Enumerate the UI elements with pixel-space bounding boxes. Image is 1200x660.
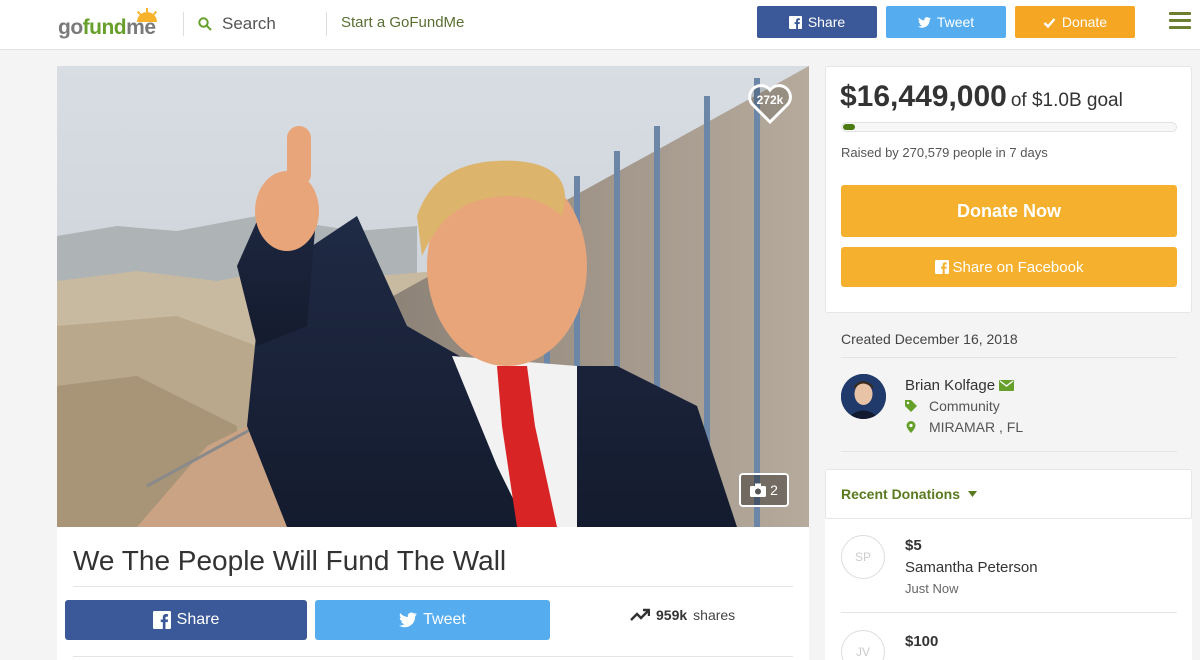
facebook-icon bbox=[934, 260, 949, 274]
recent-donations-label: Recent Donations bbox=[841, 486, 961, 502]
donation-amount: $5 bbox=[905, 537, 922, 554]
trending-up-icon bbox=[630, 608, 650, 621]
shares-number: 959k bbox=[656, 607, 688, 623]
logo-text: gofundme bbox=[58, 16, 156, 39]
tag-icon bbox=[905, 400, 917, 412]
recent-donations-toggle[interactable]: Recent Donations bbox=[841, 486, 978, 502]
header-tweet-button[interactable]: Tweet bbox=[886, 6, 1006, 38]
raised-amount: $16,449,000 bbox=[840, 80, 1007, 113]
shares-count: 959k shares bbox=[630, 607, 735, 623]
donation-amount: $100 bbox=[905, 633, 939, 650]
goal-text: of $1.0B goal bbox=[1010, 90, 1123, 111]
map-marker-icon bbox=[906, 421, 916, 433]
category-text: Community bbox=[929, 398, 1000, 414]
divider bbox=[841, 451, 1177, 452]
tweet-button[interactable]: Tweet bbox=[315, 600, 550, 640]
organizer-photo bbox=[841, 374, 886, 419]
photo-gallery-button[interactable]: 2 bbox=[739, 473, 789, 507]
top-header: gofundme Search Start a GoFundMe Share T… bbox=[0, 0, 1200, 50]
checkmark-icon bbox=[1043, 17, 1056, 28]
location-text: MIRAMAR , FL bbox=[929, 419, 1024, 435]
photo-count: 2 bbox=[770, 482, 778, 498]
facebook-icon bbox=[152, 611, 171, 629]
organizer-location: MIRAMAR , FL bbox=[905, 419, 1023, 435]
divider bbox=[183, 12, 184, 36]
search-label: Search bbox=[222, 14, 276, 33]
header-donate-label: Donate bbox=[1061, 14, 1108, 30]
amount-raised: $16,449,000 of $1.0B goal bbox=[840, 80, 1123, 114]
twitter-icon bbox=[399, 612, 418, 628]
progress-bar bbox=[841, 122, 1177, 132]
share-on-facebook-label: Share on Facebook bbox=[952, 258, 1084, 276]
divider bbox=[841, 612, 1177, 613]
hamburger-menu-icon[interactable] bbox=[1169, 12, 1191, 32]
organizer-name-text: Brian Kolfage bbox=[905, 377, 996, 394]
header-share-label: Share bbox=[807, 14, 846, 30]
header-donate-button[interactable]: Donate bbox=[1015, 6, 1135, 38]
divider bbox=[841, 357, 1177, 358]
search-icon bbox=[198, 17, 212, 31]
envelope-icon[interactable] bbox=[999, 380, 1015, 391]
donor-name: Samantha Peterson bbox=[905, 559, 1038, 576]
campaign-photo bbox=[57, 66, 809, 527]
divider bbox=[326, 12, 327, 36]
divider bbox=[73, 586, 793, 587]
created-date: Created December 16, 2018 bbox=[841, 331, 1018, 347]
start-gofundme-link[interactable]: Start a GoFundMe bbox=[341, 14, 464, 31]
campaign-hero-image[interactable] bbox=[57, 66, 809, 527]
organizer-category: Community bbox=[905, 398, 1000, 414]
header-share-button[interactable]: Share bbox=[757, 6, 877, 38]
camera-icon bbox=[750, 483, 767, 497]
donation-time: Just Now bbox=[905, 581, 959, 596]
donor-avatar: SP bbox=[841, 535, 885, 579]
organizer-name[interactable]: Brian Kolfage bbox=[905, 377, 1015, 394]
caret-down-icon bbox=[968, 491, 978, 497]
share-label: Share bbox=[176, 611, 220, 628]
heart-count: 272k bbox=[756, 93, 784, 107]
header-tweet-label: Tweet bbox=[936, 14, 975, 30]
organizer-avatar[interactable] bbox=[841, 374, 886, 419]
twitter-icon bbox=[917, 16, 931, 28]
gofundme-logo[interactable]: gofundme bbox=[58, 8, 168, 40]
tweet-label: Tweet bbox=[423, 611, 466, 628]
campaign-title: We The People Will Fund The Wall bbox=[73, 545, 507, 576]
raised-byline: Raised by 270,579 people in 7 days bbox=[841, 145, 1048, 160]
divider bbox=[73, 656, 793, 657]
shares-suffix: shares bbox=[693, 607, 736, 623]
share-on-facebook-button[interactable]: Share on Facebook bbox=[841, 247, 1177, 287]
share-button[interactable]: Share bbox=[65, 600, 307, 640]
progress-fill bbox=[843, 124, 855, 130]
search-link[interactable]: Search bbox=[198, 12, 276, 36]
donate-now-button[interactable]: Donate Now bbox=[841, 185, 1177, 237]
facebook-icon bbox=[788, 15, 802, 29]
